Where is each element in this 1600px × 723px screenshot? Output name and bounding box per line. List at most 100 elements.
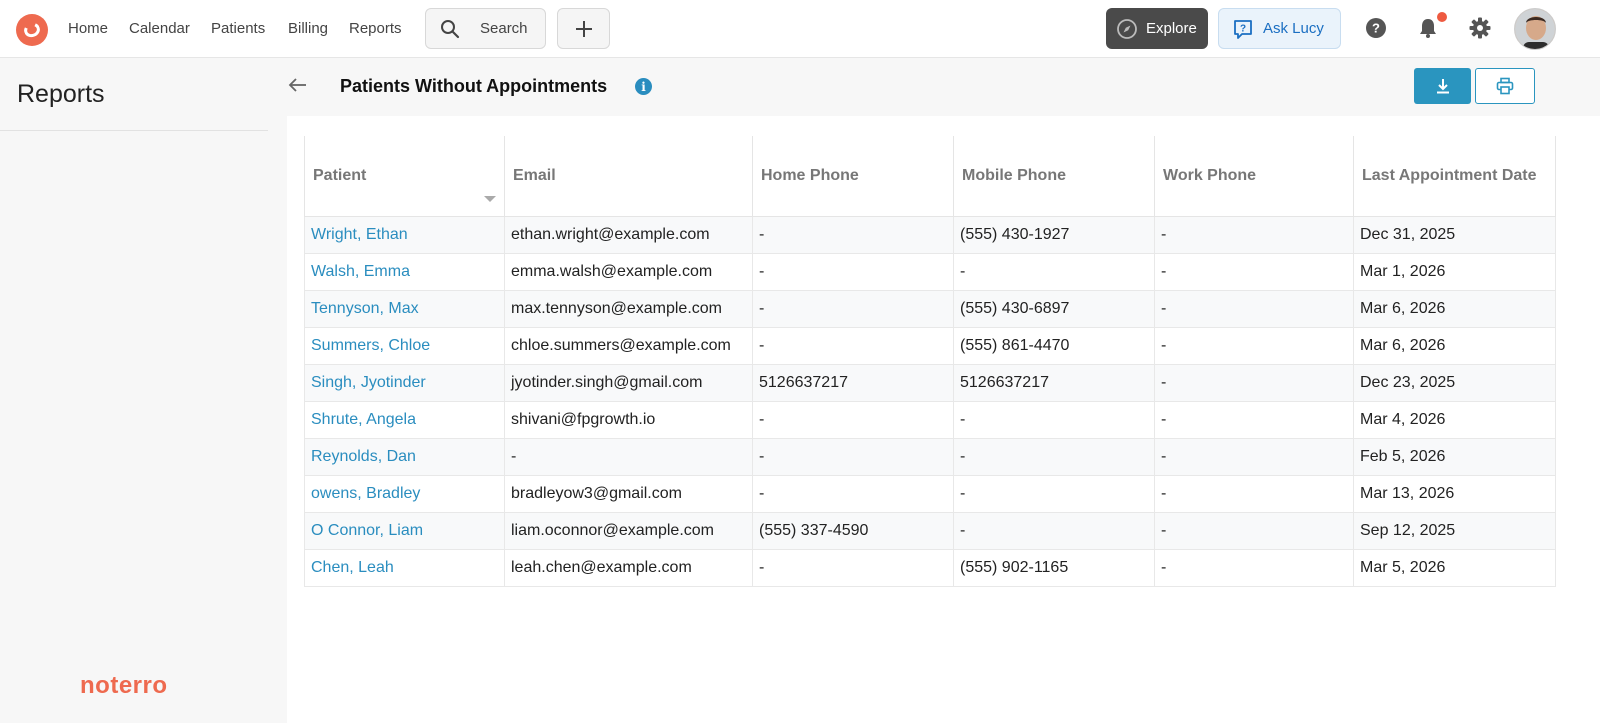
report-header: Patients Without Appointments i [287, 58, 1600, 116]
home-phone-cell: - [752, 326, 954, 365]
patient-name-link[interactable]: Shrute, Angela [304, 400, 505, 439]
avatar[interactable] [1514, 8, 1556, 50]
svg-text:?: ? [1372, 21, 1380, 36]
last-appointment-date-cell: Sep 12, 2025 [1353, 511, 1556, 550]
email-cell: jyotinder.singh@gmail.com [504, 363, 753, 402]
brand-logo: noterro [80, 672, 168, 699]
add-button[interactable] [557, 8, 610, 49]
report-table: Patient Email Home Phone Mobile Phone Wo… [304, 136, 1556, 587]
search-label: Search [480, 20, 528, 37]
home-phone-cell: - [752, 252, 954, 291]
nav-patients[interactable]: Patients [211, 20, 265, 37]
table-row: Tennyson, Max max.tennyson@example.com - (5… [304, 289, 1556, 328]
table-row: Walsh, Emma emma.walsh@example.com - - - Mar … [304, 252, 1556, 291]
table-row: Summers, Chloe chloe.summers@example.com -… [304, 326, 1556, 365]
mobile-phone-cell: (555) 430-6897 [953, 289, 1155, 328]
last-appointment-date-cell: Mar 6, 2026 [1353, 326, 1556, 365]
table-row: Singh, Jyotinder jyotinder.singh@gmail.co… [304, 363, 1556, 402]
ask-lucy-button[interactable]: ? Ask Lucy [1218, 8, 1341, 49]
work-phone-cell: - [1154, 289, 1354, 328]
home-phone-cell: - [752, 474, 954, 513]
nav-calendar[interactable]: Calendar [129, 20, 190, 37]
search-button[interactable]: Search [425, 8, 546, 49]
home-phone-cell: - [752, 215, 954, 254]
explore-button[interactable]: Explore [1106, 8, 1208, 49]
gear-icon[interactable] [1468, 16, 1492, 40]
last-appointment-date-cell: Mar 5, 2026 [1353, 548, 1556, 587]
printer-icon [1496, 77, 1514, 95]
download-button[interactable] [1414, 68, 1471, 104]
email-cell: bradleyow3@gmail.com [504, 474, 753, 513]
app-logo[interactable] [16, 14, 48, 46]
column-header-last-appointment-date[interactable]: Last Appointment Date [1353, 136, 1556, 217]
explore-label: Explore [1146, 20, 1197, 37]
work-phone-cell: - [1154, 548, 1354, 587]
column-header-home-phone[interactable]: Home Phone [752, 136, 954, 217]
work-phone-cell: - [1154, 363, 1354, 402]
mobile-phone-cell: - [953, 437, 1155, 476]
patient-name-link[interactable]: owens, Bradley [304, 474, 505, 513]
email-cell: ethan.wright@example.com [504, 215, 753, 254]
patient-name-link[interactable]: Walsh, Emma [304, 252, 505, 291]
table-row: Shrute, Angela shivani@fpgrowth.io - - - Mar … [304, 400, 1556, 439]
mobile-phone-cell: 5126637217 [953, 363, 1155, 402]
home-phone-cell: 5126637217 [752, 363, 954, 402]
home-phone-cell: - [752, 400, 954, 439]
column-header-patient[interactable]: Patient [304, 136, 505, 217]
email-cell: shivani@fpgrowth.io [504, 400, 753, 439]
work-phone-cell: - [1154, 252, 1354, 291]
patient-name-link[interactable]: Wright, Ethan [304, 215, 505, 254]
patient-name-link[interactable]: Reynolds, Dan [304, 437, 505, 476]
column-header-mobile-phone[interactable]: Mobile Phone [953, 136, 1155, 217]
work-phone-cell: - [1154, 400, 1354, 439]
last-appointment-date-cell: Mar 13, 2026 [1353, 474, 1556, 513]
table-row: owens, Bradley bradleyow3@gmail.com - - - Mar… [304, 474, 1556, 513]
nav-reports[interactable]: Reports [349, 20, 402, 37]
last-appointment-date-cell: Dec 23, 2025 [1353, 363, 1556, 402]
email-cell: leah.chen@example.com [504, 548, 753, 587]
patient-name-link[interactable]: Tennyson, Max [304, 289, 505, 328]
last-appointment-date-cell: Dec 31, 2025 [1353, 215, 1556, 254]
email-cell: max.tennyson@example.com [504, 289, 753, 328]
info-icon[interactable]: i [635, 78, 652, 95]
nav-home[interactable]: Home [68, 20, 108, 37]
last-appointment-date-cell: Mar 6, 2026 [1353, 289, 1556, 328]
mobile-phone-cell: - [953, 511, 1155, 550]
table-row: Reynolds, Dan - - - - Feb 5, 2026 [304, 437, 1556, 476]
last-appointment-date-cell: Feb 5, 2026 [1353, 437, 1556, 476]
column-header-work-phone[interactable]: Work Phone [1154, 136, 1354, 217]
sort-desc-icon [484, 196, 496, 202]
page-title: Patients Without Appointments [340, 76, 608, 96]
last-appointment-date-cell: Mar 1, 2026 [1353, 252, 1556, 291]
mobile-phone-cell: - [953, 474, 1155, 513]
search-icon [441, 19, 460, 38]
nav-billing[interactable]: Billing [288, 20, 328, 37]
home-phone-cell: - [752, 289, 954, 328]
column-header-email[interactable]: Email [504, 136, 753, 217]
sidebar: Reports noterro [0, 58, 287, 723]
email-cell: chloe.summers@example.com [504, 326, 753, 365]
patient-name-link[interactable]: Summers, Chloe [304, 326, 505, 365]
table-row: Chen, Leah leah.chen@example.com - (555) 90… [304, 548, 1556, 587]
notification-dot [1437, 12, 1447, 22]
download-icon [1436, 79, 1449, 94]
question-chat-icon: ? [1234, 19, 1252, 39]
patient-name-link[interactable]: Singh, Jyotinder [304, 363, 505, 402]
mobile-phone-cell: (555) 902-1165 [953, 548, 1155, 587]
patient-name-link[interactable]: O Connor, Liam [304, 511, 505, 550]
back-arrow-icon[interactable] [287, 74, 309, 96]
email-cell: liam.oconnor@example.com [504, 511, 753, 550]
home-phone-cell: (555) 337-4590 [752, 511, 954, 550]
patient-name-link[interactable]: Chen, Leah [304, 548, 505, 587]
home-phone-cell: - [752, 548, 954, 587]
svg-text:?: ? [1240, 23, 1246, 34]
top-bar: Home Calendar Patients Billing Reports S… [0, 0, 1600, 58]
plus-icon [575, 20, 592, 37]
work-phone-cell: - [1154, 326, 1354, 365]
help-icon[interactable]: ? [1364, 16, 1388, 40]
print-button[interactable] [1475, 68, 1535, 104]
home-phone-cell: - [752, 437, 954, 476]
mobile-phone-cell: - [953, 400, 1155, 439]
bell-icon[interactable] [1416, 16, 1440, 40]
table-row: O Connor, Liam liam.oconnor@example.com (5… [304, 511, 1556, 550]
